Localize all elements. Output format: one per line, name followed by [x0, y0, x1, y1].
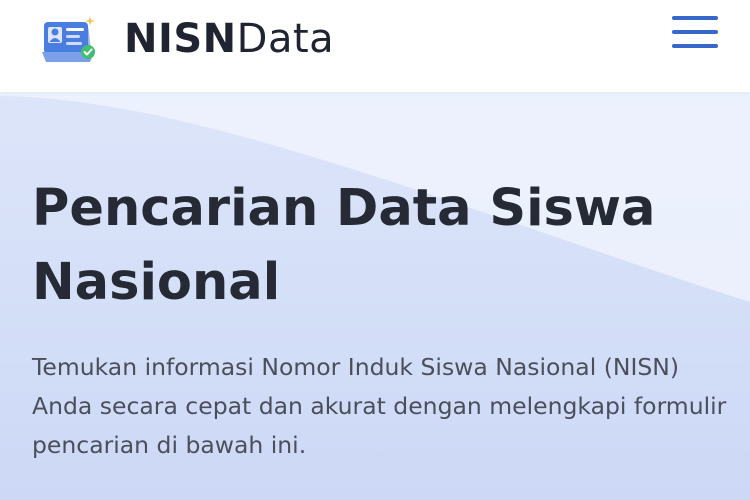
brand-name-light: Data	[236, 16, 335, 62]
menu-bar	[672, 30, 718, 34]
student-id-card-icon[interactable]	[40, 12, 104, 68]
hero-section: Pencarian Data Siswa Nasional Temukan in…	[0, 92, 750, 500]
site-header: NISNData	[0, 0, 750, 92]
menu-bar	[672, 44, 718, 48]
brand-name[interactable]: NISNData	[124, 14, 334, 64]
menu-bar	[672, 16, 718, 20]
page-title: Pencarian Data Siswa Nasional	[32, 179, 656, 312]
brand-name-bold: NISN	[124, 16, 237, 62]
hamburger-menu-icon[interactable]	[672, 16, 720, 50]
page-description: Temukan informasi Nomor Induk Siswa Nasi…	[32, 353, 727, 459]
